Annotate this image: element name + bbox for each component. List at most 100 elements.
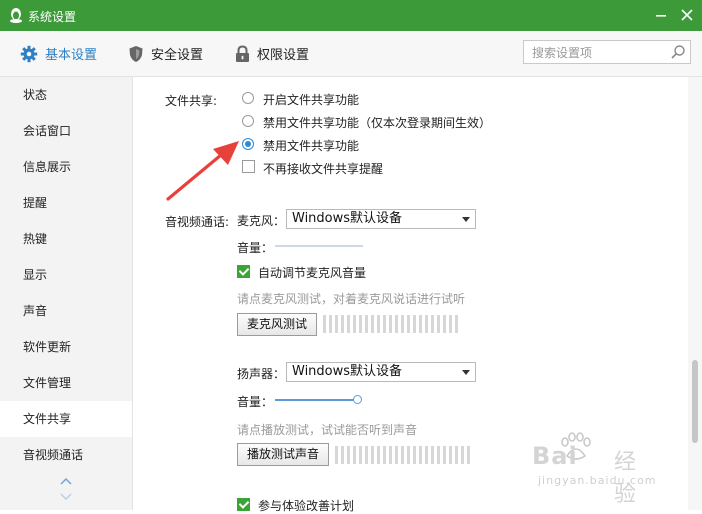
- sidebar-scroll-down-icon[interactable]: [59, 492, 73, 502]
- close-icon: [681, 9, 693, 21]
- meter-bar: [341, 315, 344, 333]
- speaker-volume-label: 音量：: [237, 395, 274, 409]
- search-icon[interactable]: [670, 44, 686, 60]
- search-input[interactable]: [530, 42, 674, 64]
- meter-bar: [395, 446, 398, 464]
- minimize-icon: [656, 15, 666, 17]
- sidebar-item-chat-window[interactable]: 会话窗口: [0, 113, 132, 149]
- meter-bar: [455, 446, 458, 464]
- speaker-volume-fill: [275, 399, 358, 401]
- speaker-level-meter: [335, 446, 473, 464]
- sidebar-item-label: 文件共享: [23, 412, 72, 426]
- meter-bar: [323, 315, 326, 333]
- meter-bar: [377, 315, 380, 333]
- meter-bar: [365, 315, 368, 333]
- sidebar-item-display[interactable]: 显示: [0, 257, 132, 293]
- settings-content: 文件共享: 开启文件共享功能 禁用文件共享功能（仅本次登录期间生效） 禁用文件共…: [133, 77, 688, 513]
- settings-toolbar: 基本设置 安全设置 权限设置: [0, 31, 702, 77]
- meter-bar: [425, 446, 428, 464]
- speaker-device-select[interactable]: Windows默认设备: [286, 362, 476, 382]
- tab-security-settings-label: 安全设置: [151, 48, 204, 63]
- meter-bar: [335, 315, 338, 333]
- tab-permission-settings-label: 权限设置: [257, 48, 310, 63]
- chevron-down-icon: [462, 370, 470, 375]
- meter-bar: [377, 446, 380, 464]
- mic-volume-slider[interactable]: [275, 245, 363, 247]
- meter-bar: [443, 446, 446, 464]
- close-button[interactable]: [676, 5, 698, 25]
- mic-label: 麦克风：: [237, 214, 286, 228]
- meter-bar: [407, 446, 410, 464]
- no-reminder-checkbox[interactable]: [242, 160, 255, 173]
- sidebar-item-file-sharing[interactable]: 文件共享: [0, 401, 132, 437]
- sidebar-item-info-display[interactable]: 信息展示: [0, 149, 132, 185]
- speaker-volume-slider[interactable]: [275, 395, 362, 404]
- meter-bar: [371, 446, 374, 464]
- meter-bar: [389, 446, 392, 464]
- experience-program-checkbox[interactable]: [237, 498, 250, 511]
- sidebar-item-sound[interactable]: 声音: [0, 293, 132, 329]
- meter-bar: [449, 315, 452, 333]
- lock-icon: [236, 44, 249, 62]
- red-arrow-annotation: [166, 141, 239, 201]
- sidebar-item-label: 显示: [23, 268, 48, 282]
- tab-security-settings[interactable]: 安全设置: [128, 31, 203, 76]
- speaker-volume-knob[interactable]: [353, 395, 362, 404]
- meter-bar: [455, 315, 458, 333]
- av-call-section-label: 音视频通话:: [165, 215, 230, 229]
- speaker-test-button[interactable]: 播放测试声音: [237, 443, 329, 466]
- meter-bar: [329, 315, 332, 333]
- sidebar-item-label: 信息展示: [23, 160, 72, 174]
- mic-test-button[interactable]: 麦克风测试: [237, 313, 317, 336]
- speaker-test-hint: 请点播放测试，试试能否听到声音: [237, 423, 418, 437]
- meter-bar: [401, 446, 404, 464]
- meter-bar: [389, 315, 392, 333]
- meter-bar: [461, 446, 464, 464]
- minimize-button[interactable]: [650, 5, 672, 25]
- sidebar-item-hotkey[interactable]: 热键: [0, 221, 132, 257]
- radio-disable-file-share-session-label: 禁用文件共享功能（仅本次登录期间生效）: [263, 116, 492, 130]
- sidebar-item-label: 状态: [23, 88, 48, 102]
- meter-bar: [383, 315, 386, 333]
- file-share-section-label: 文件共享:: [165, 94, 218, 108]
- meter-bar: [431, 315, 434, 333]
- sidebar-item-software-update[interactable]: 软件更新: [0, 329, 132, 365]
- radio-disable-file-share[interactable]: [242, 138, 254, 150]
- sidebar-item-label: 声音: [23, 304, 48, 318]
- meter-bar: [341, 446, 344, 464]
- chevron-down-icon: [462, 217, 470, 222]
- tab-basic-settings[interactable]: 基本设置: [20, 31, 97, 76]
- sidebar-item-av-call[interactable]: 音视频通话: [0, 437, 132, 473]
- meter-bar: [335, 446, 338, 464]
- meter-bar: [407, 315, 410, 333]
- radio-disable-file-share-session[interactable]: [242, 115, 254, 127]
- mic-volume-label: 音量：: [237, 241, 274, 255]
- mic-device-select[interactable]: Windows默认设备: [286, 209, 476, 229]
- settings-search[interactable]: [523, 40, 691, 64]
- meter-bar: [365, 446, 368, 464]
- meter-bar: [443, 315, 446, 333]
- meter-bar: [395, 315, 398, 333]
- meter-bar: [353, 315, 356, 333]
- sidebar-item-label: 热键: [23, 232, 48, 246]
- meter-bar: [371, 315, 374, 333]
- meter-bar: [419, 315, 422, 333]
- scrollbar-thumb[interactable]: [692, 360, 698, 443]
- auto-adjust-mic-checkbox[interactable]: [237, 265, 250, 278]
- tab-permission-settings[interactable]: 权限设置: [235, 31, 309, 76]
- sidebar-item-status[interactable]: 状态: [0, 77, 132, 113]
- sidebar-item-file-management[interactable]: 文件管理: [0, 365, 132, 401]
- meter-bar: [437, 446, 440, 464]
- meter-bar: [413, 446, 416, 464]
- sidebar-scroll-up-icon[interactable]: [59, 476, 73, 486]
- sidebar-item-label: 会话窗口: [23, 124, 72, 138]
- sidebar-item-label: 提醒: [23, 196, 48, 210]
- meter-bar: [449, 446, 452, 464]
- shield-icon: [129, 45, 143, 62]
- watermark-brand: Bai: [532, 442, 578, 470]
- radio-enable-file-share[interactable]: [242, 92, 254, 104]
- meter-bar: [359, 446, 362, 464]
- content-scrollbar[interactable]: [688, 77, 702, 510]
- sidebar-item-reminder[interactable]: 提醒: [0, 185, 132, 221]
- sidebar-item-label: 软件更新: [23, 340, 72, 354]
